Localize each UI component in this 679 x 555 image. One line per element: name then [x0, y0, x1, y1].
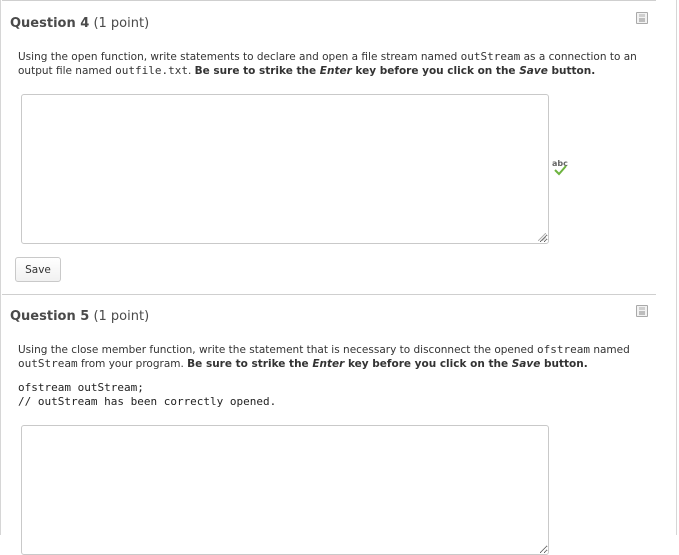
- prompt-instruction-button: Save: [519, 65, 548, 77]
- question-5-prompt: Using the close member function, write t…: [18, 343, 654, 371]
- floppy-disk-icon[interactable]: [636, 12, 648, 24]
- prompt-instruction: Be sure to strike the: [194, 65, 320, 77]
- question-4-title: Question 4 (1 point): [10, 16, 149, 31]
- question-divider: [2, 294, 656, 295]
- question-4-answer-textarea[interactable]: [21, 94, 549, 244]
- prompt-text: from your program.: [77, 358, 188, 370]
- prompt-text: Using the close member function, write t…: [18, 344, 537, 356]
- prompt-instruction: button.: [540, 358, 588, 370]
- prompt-code: outfile.txt: [115, 64, 188, 77]
- prompt-code: outStream: [460, 50, 521, 63]
- prompt-instruction-button: Save: [511, 358, 541, 370]
- prompt-instruction: key before you click on the: [344, 358, 512, 370]
- question-5-title: Question 5 (1 point): [10, 309, 149, 324]
- question-4-prompt: Using the open function, write statement…: [18, 50, 654, 78]
- prompt-text: .: [187, 65, 195, 77]
- prompt-instruction: button.: [547, 65, 596, 77]
- question-label: Question 4: [10, 16, 90, 31]
- question-points: (1 point): [93, 309, 150, 324]
- question-5-answer-textarea[interactable]: [21, 425, 549, 555]
- prompt-code: outStream: [18, 357, 78, 370]
- page-right-border: [676, 0, 677, 535]
- floppy-disk-icon[interactable]: [636, 305, 648, 317]
- prompt-text: named: [589, 344, 630, 356]
- spellcheck-icon[interactable]: abc: [552, 160, 568, 176]
- question-points: (1 point): [93, 16, 150, 31]
- prompt-instruction: key before you click on the: [351, 65, 520, 77]
- spellcheck-checkmark-icon: [554, 165, 567, 176]
- question-label: Question 5: [10, 309, 90, 324]
- prompt-instruction-key: Enter: [319, 65, 352, 77]
- prompt-instruction: Be sure to strike the: [187, 358, 313, 370]
- page-left-border: [0, 0, 1, 535]
- prompt-instruction-key: Enter: [312, 358, 345, 370]
- question-4-save-button[interactable]: Save: [15, 257, 61, 282]
- prompt-code: ofstream: [537, 343, 590, 356]
- top-divider: [2, 0, 656, 1]
- prompt-text: Using the open function, write statement…: [18, 51, 461, 63]
- resize-grip-icon[interactable]: [538, 233, 546, 241]
- question-5-code-snippet: ofstream outStream; // outStream has bee…: [18, 381, 277, 408]
